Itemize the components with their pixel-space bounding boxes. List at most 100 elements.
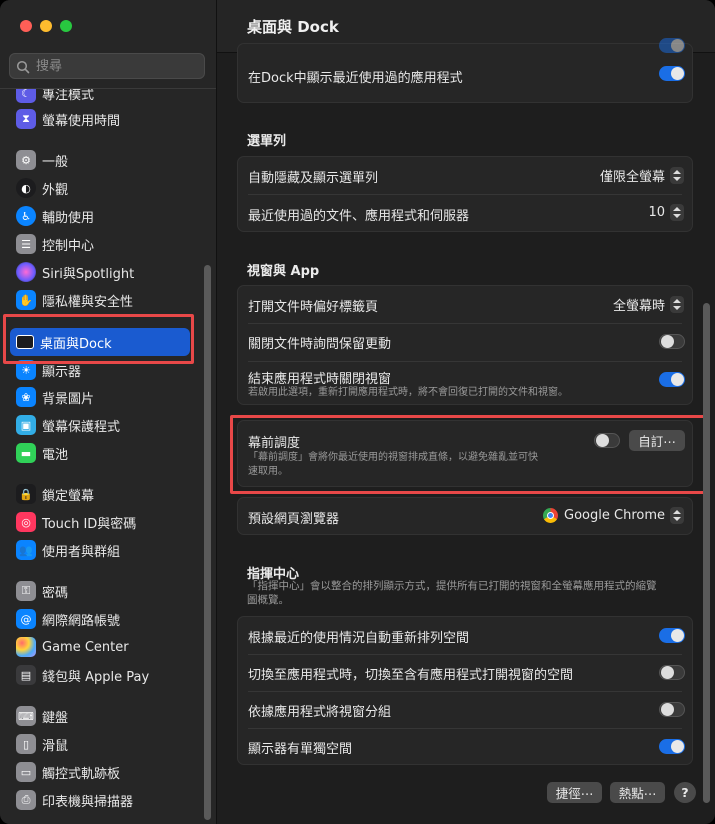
sidebar-item-game-center[interactable]: Game Center [10,634,190,660]
mc-auto-rearrange-row: 根據最近的使用情況自動重新排列空間 [238,617,692,654]
sidebar-item-battery[interactable]: ▬ 電池 [10,440,190,466]
sidebar-item-privacy[interactable]: ✋ 隱私權與安全性 [10,287,190,313]
mc-auto-rearrange-toggle[interactable] [659,628,685,643]
sidebar-item-wallet[interactable]: ▤ 錢包與 Apple Pay [10,662,190,688]
mc-separate-spaces-toggle[interactable] [659,739,685,754]
sidebar-item-label: 密碼 [42,585,69,601]
menubar-autohide-select[interactable]: 僅限全螢幕 [600,166,684,185]
ask-keep-changes-toggle[interactable] [659,334,685,349]
sidebar-item-label: 控制中心 [42,238,95,254]
screensaver-icon: ▣ [16,415,36,435]
sidebar-item-users[interactable]: 👥 使用者與群組 [10,537,190,563]
sidebar-item-label: 外觀 [42,182,69,198]
keyboard-icon: ⌨ [16,706,36,726]
sidebar-item-lock-screen[interactable]: 🔒 鎖定螢幕 [10,481,190,507]
wallet-icon: ▤ [16,665,36,685]
sidebar-item-label: 鎖定螢幕 [42,488,95,504]
battery-icon: ▬ [16,443,36,463]
key-icon: ⚿ [16,581,36,601]
flower-icon: ❀ [16,387,36,407]
menubar-recent-value: 10 [648,205,665,220]
mc-separate-spaces-row: 顯示器有單獨空間 [238,729,692,765]
main-scrollbar[interactable] [703,303,710,803]
sidebar-scrollbar[interactable] [204,265,211,820]
printer-icon: ⎙ [16,790,36,810]
mc-auto-rearrange-label: 根據最近的使用情況自動重新排列空間 [248,631,470,646]
main-content: 在Dock中顯示最近使用過的應用程式 選單列 自動隱藏及顯示選單列 僅限全螢幕 … [217,38,715,824]
mission-control-desc-2: 圖概覽。 [247,594,289,606]
hot-corners-button[interactable]: 熱點⋯ [610,782,665,803]
sidebar-item-printers[interactable]: ⎙ 印表機與掃描器 [10,787,190,813]
sidebar-item-touch-id[interactable]: ◎ Touch ID與密碼 [10,509,190,535]
trackpad-icon: ▭ [16,762,36,782]
close-windows-row: 結束應用程式時關閉視窗 若啟用此選項，重新打開應用程式時，將不會回復已打開的文件… [238,362,692,406]
moon-icon: ☾ [16,89,36,103]
menubar-autohide-row: 自動隱藏及顯示選單列 僅限全螢幕 [238,157,692,194]
sidebar-item-mouse[interactable]: ▯ 滑鼠 [10,731,190,757]
mc-switch-space-label: 切換至應用程式時，切換至含有應用程式打開視窗的空間 [248,668,574,683]
sidebar-item-label: 螢幕保護程式 [42,419,121,435]
mc-separate-spaces-label: 顯示器有單獨空間 [248,742,353,757]
windows-heading: 視窗與 App [247,264,320,279]
ask-keep-changes-label: 關閉文件時詢問保留更動 [248,337,392,352]
search-input[interactable] [36,56,196,76]
close-windows-toggle[interactable] [659,372,685,387]
sidebar-list[interactable]: ☾ 專注模式 ⧗ 螢幕使用時間 ⚙ 一般 ◐ 外觀 ♿ 輔助使用 ☰ 控制中心 [0,89,216,824]
tabs-pref-select[interactable]: 全螢幕時 [613,295,684,314]
sidebar-item-appearance[interactable]: ◐ 外觀 [10,175,190,201]
sidebar-item-label: 背景圖片 [42,391,95,407]
dock-recent-apps-toggle[interactable] [659,66,685,81]
shortcuts-button[interactable]: 捷徑⋯ [547,782,602,803]
dock-settings-group: 在Dock中顯示最近使用過的應用程式 [237,38,693,103]
menubar-recent-select[interactable]: 10 [648,204,684,221]
accessibility-icon: ♿ [16,206,36,226]
zoom-window-button[interactable] [60,20,72,32]
chrome-icon [543,508,559,523]
sidebar-item-wallpaper[interactable]: ❀ 背景圖片 [10,384,190,410]
sidebar-item-label: Siri與Spotlight [42,266,135,282]
menubar-heading: 選單列 [247,134,287,149]
close-windows-desc: 若啟用此選項，重新打開應用程式時，將不會回復已打開的文件和視窗。 [248,387,568,398]
chevron-updown-icon [670,204,684,221]
mission-control-group: 根據最近的使用情況自動重新排列空間 切換至應用程式時，切換至含有應用程式打開視窗… [237,616,693,765]
sidebar-item-label: 一般 [42,154,69,170]
highlight-box-stage-manager [230,415,707,494]
search-field[interactable] [9,53,205,79]
lock-icon: 🔒 [16,484,36,504]
sidebar-item-label: Touch ID與密碼 [42,516,137,532]
sidebar-item-internet-accounts[interactable]: @ 網際網路帳號 [10,606,190,632]
siri-icon [16,262,36,282]
mc-group-windows-toggle[interactable] [659,702,685,717]
sidebar-item-label: 鍵盤 [42,710,69,726]
partial-toggle[interactable] [659,38,685,53]
sidebar-item-keyboard[interactable]: ⌨ 鍵盤 [10,703,190,729]
chevron-updown-icon [670,167,684,184]
sidebar-item-label: Game Center [42,639,129,655]
settings-window: ☾ 專注模式 ⧗ 螢幕使用時間 ⚙ 一般 ◐ 外觀 ♿ 輔助使用 ☰ 控制中心 [0,0,715,824]
menubar-recent-row: 最近使用過的文件、應用程式和伺服器 10 [238,195,692,232]
sidebar-item-siri[interactable]: Siri與Spotlight [10,259,190,285]
sidebar-item-label: 電池 [42,447,69,463]
sidebar-item-screensaver[interactable]: ▣ 螢幕保護程式 [10,412,190,438]
menubar-recent-label: 最近使用過的文件、應用程式和伺服器 [248,209,470,224]
sidebar-item-screen-time[interactable]: ⧗ 螢幕使用時間 [10,106,190,132]
sidebar-item-passwords[interactable]: ⚿ 密碼 [10,578,190,604]
sidebar-item-label: 螢幕使用時間 [42,113,121,129]
gear-icon: ⚙ [16,150,36,170]
minimize-window-button[interactable] [40,20,52,32]
fingerprint-icon: ◎ [16,512,36,532]
sidebar-item-accessibility[interactable]: ♿ 輔助使用 [10,203,190,229]
default-browser-row: 預設網頁瀏覽器 Google Chrome [238,498,692,535]
default-browser-select[interactable]: Google Chrome [543,507,684,524]
sidebar-item-general[interactable]: ⚙ 一般 [10,147,190,173]
game-center-icon [16,637,36,657]
appearance-icon: ◐ [16,178,36,198]
sidebar-item-trackpad[interactable]: ▭ 觸控式軌跡板 [10,759,190,785]
sidebar: ☾ 專注模式 ⧗ 螢幕使用時間 ⚙ 一般 ◐ 外觀 ♿ 輔助使用 ☰ 控制中心 [0,0,217,824]
mc-group-windows-row: 依據應用程式將視窗分組 [238,692,692,728]
sidebar-item-control-center[interactable]: ☰ 控制中心 [10,231,190,257]
close-window-button[interactable] [20,20,32,32]
help-button[interactable]: ? [674,782,696,803]
mc-switch-space-toggle[interactable] [659,665,685,680]
sidebar-item-focus[interactable]: ☾ 專注模式 [10,89,190,106]
